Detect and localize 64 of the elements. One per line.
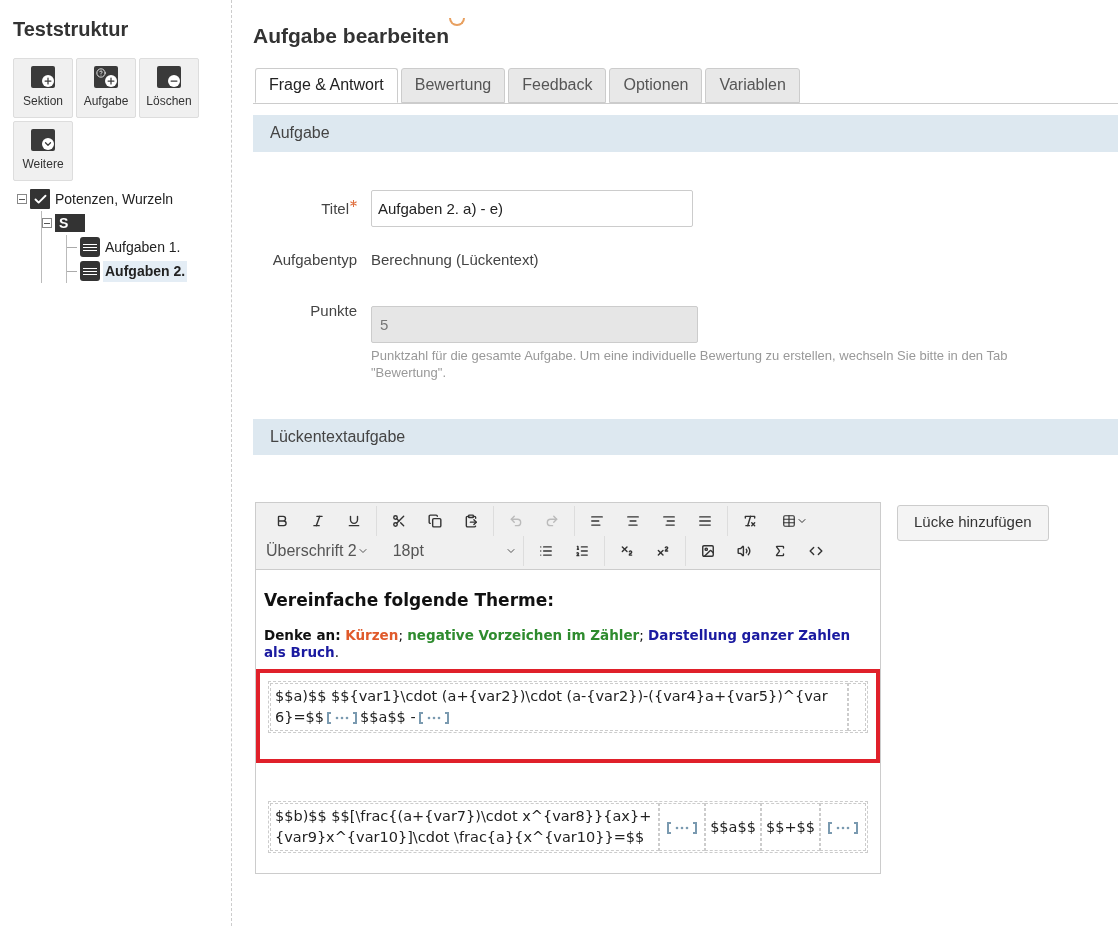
title-field[interactable]: Aufgaben 2. a) - e) <box>371 189 693 227</box>
gap-marker-icon <box>667 821 698 834</box>
redo-icon <box>545 513 559 528</box>
gap-marker-icon <box>327 712 358 724</box>
toolbar-button[interactable]: Weitere <box>13 121 73 181</box>
field-label: Punkte <box>310 300 357 321</box>
table-cell: $$+$$ <box>760 803 820 851</box>
required-asterisk-icon <box>350 199 357 207</box>
tab[interactable]: Frage & Antwort <box>255 67 398 103</box>
italic-icon <box>311 513 325 528</box>
align-justify-icon <box>698 513 712 528</box>
align-left-icon <box>590 513 604 528</box>
tab[interactable]: Bewertung <box>400 67 506 103</box>
toolbar-button[interactable]: Sektion <box>13 58 73 118</box>
undo-icon <box>509 513 523 528</box>
add-gap-button[interactable]: Lücke hinzufügen <box>897 504 1049 541</box>
copy-icon <box>428 513 442 528</box>
section-header: Aufgabe <box>253 114 1118 152</box>
editor-paragraph: Denke an: Kürzen; negative Vorzeichen im Zähler; Darstellung ganzer Zahlen als Bruch. <box>264 627 852 661</box>
editor-heading: Vereinfache folgende Therme: <box>264 588 556 612</box>
tab[interactable]: Optionen <box>609 67 703 103</box>
numbered-list-icon <box>574 543 589 558</box>
tree-item[interactable]: Aufgaben 1. <box>103 236 183 258</box>
image-icon <box>700 543 715 558</box>
folder-down-icon <box>31 129 55 151</box>
sidebar-title: Teststruktur <box>13 17 130 42</box>
cut-icon <box>392 513 406 528</box>
tab[interactable]: Feedback <box>508 67 607 103</box>
toolbar-button[interactable]: Löschen <box>139 58 199 118</box>
collapse-icon[interactable] <box>17 194 27 204</box>
field-value: Berechnung (Lückentext) <box>371 249 539 270</box>
table-cell: $$b)$$ $$[\frac{(a+{var7})\cdot x^{var8}}{ax}+{var9}x^{var10}]\cdot \frac{a}{x^{var10}}=$$ <box>270 803 660 851</box>
field-label: Aufgabentyp <box>272 249 357 270</box>
table-icon <box>782 513 796 528</box>
subscript-icon <box>619 543 634 558</box>
collapse-icon[interactable] <box>42 218 52 228</box>
check-icon <box>30 189 50 209</box>
paste-icon <box>464 513 478 528</box>
bullet-list-icon <box>538 543 553 558</box>
font-size-dropdown[interactable]: 18pt <box>372 535 523 566</box>
tab[interactable]: Variablen <box>705 67 800 103</box>
help-text: Punktzahl für die gesamte Aufgabe. Um eine individuelle Bewertung zu erstellen, wechseln Sie bitte in den Tab "Bewertung". <box>371 346 1009 381</box>
section-add-icon <box>31 66 55 88</box>
bold-icon <box>275 513 289 528</box>
page-title: Aufgabe bearbeiten <box>253 23 450 49</box>
field-label: Titel <box>321 198 349 219</box>
gap-marker-icon <box>828 821 858 834</box>
speaker-icon <box>736 543 751 558</box>
toolbar-button[interactable]: Aufgabe <box>76 58 136 118</box>
align-center-icon <box>626 513 640 528</box>
table-cell: $$a)$$ $${var1}\cdot (a+{var2})\cdot (a-{var2})-({var4}a+{var5})^{var6}=$$ $$a$$ - <box>270 683 848 731</box>
clear-format-icon <box>743 513 757 528</box>
question-add-icon <box>94 66 118 88</box>
section-header: Lückentextaufgabe <box>253 418 1118 455</box>
align-right-icon <box>662 513 676 528</box>
table-cell: $$a$$ <box>705 803 761 851</box>
tree-item[interactable]: Aufgaben 2. <box>103 260 188 282</box>
underline-icon <box>347 513 361 528</box>
folder-minus-icon <box>157 66 181 88</box>
gap-marker-icon <box>418 712 449 724</box>
tree-item[interactable]: Potenzen, Wurzeln <box>53 188 176 210</box>
format-dropdown[interactable]: Überschrift 2 <box>260 535 373 566</box>
tree-item[interactable]: S <box>55 214 85 232</box>
superscript-icon <box>655 543 670 558</box>
